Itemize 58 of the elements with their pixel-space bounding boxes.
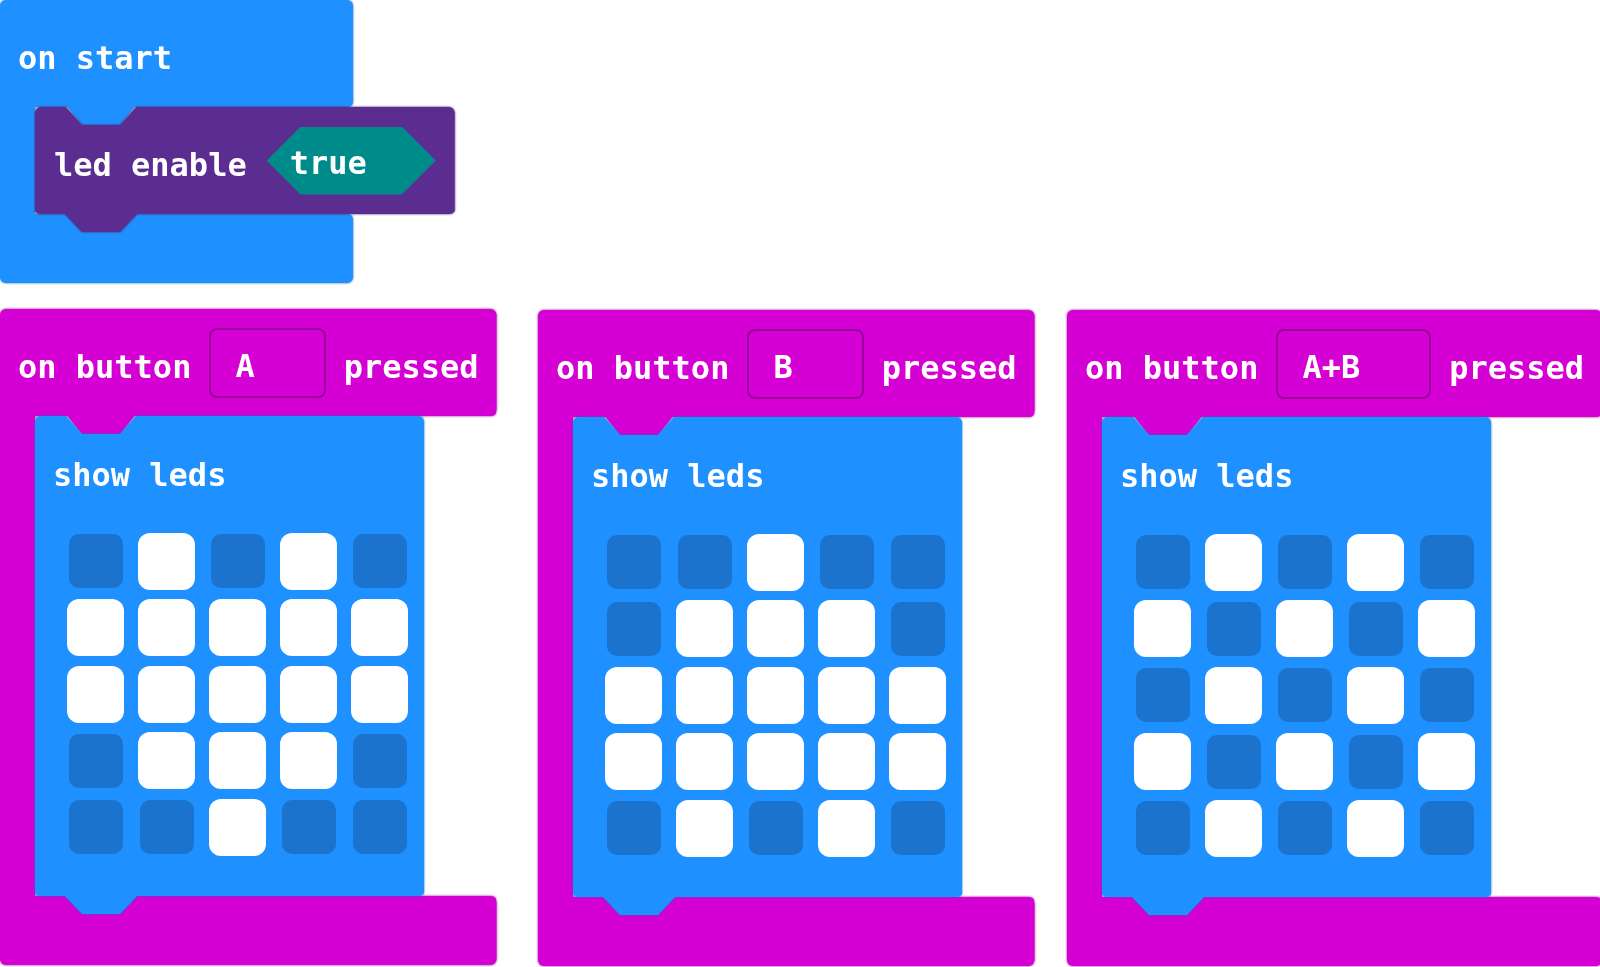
block-label: pressed [1449,351,1585,384]
led[interactable] [138,665,195,723]
led[interactable] [209,665,266,723]
led[interactable] [1205,799,1262,857]
led[interactable] [605,666,662,724]
led[interactable] [209,732,266,789]
led[interactable] [351,665,408,723]
led[interactable] [1276,733,1333,790]
led[interactable] [138,599,195,656]
led[interactable] [1347,799,1404,857]
led[interactable] [280,732,337,789]
led[interactable] [1134,733,1191,790]
block-label: show leds [53,459,227,491]
led[interactable] [676,799,733,857]
dropdown-field[interactable]: A+B [1276,328,1432,399]
led[interactable] [1347,666,1404,724]
led[interactable] [67,665,124,723]
block-label: on button [18,350,192,383]
block-label: show leds [1120,460,1294,492]
led[interactable] [138,732,195,789]
led[interactable] [889,733,946,790]
led[interactable] [605,733,662,790]
block-label: show leds [591,460,765,492]
led[interactable] [1276,600,1333,657]
led[interactable] [1134,600,1191,657]
led[interactable] [280,599,337,656]
dropdown-field[interactable]: B [747,328,864,399]
block-label: on button [1085,351,1259,384]
led[interactable] [351,599,408,656]
led[interactable] [818,666,875,724]
led[interactable] [747,533,804,591]
block-label: on start [18,41,173,74]
led[interactable] [209,798,266,856]
led[interactable] [818,799,875,857]
led[interactable] [676,666,733,724]
dropdown-field[interactable]: A [209,327,326,398]
block-label: led enable [54,148,247,181]
block-label: on button [556,351,730,384]
led[interactable] [818,600,875,657]
led[interactable] [1418,733,1475,790]
led[interactable] [1418,600,1475,657]
led[interactable] [818,733,875,790]
led[interactable] [67,599,124,656]
led[interactable] [889,666,946,724]
led[interactable] [1205,533,1262,591]
led[interactable] [1347,533,1404,591]
led[interactable] [747,733,804,790]
block-label: pressed [881,351,1017,384]
led[interactable] [1205,666,1262,724]
led[interactable] [280,532,337,590]
led[interactable] [747,600,804,657]
led[interactable] [747,666,804,724]
led[interactable] [676,600,733,657]
led[interactable] [280,665,337,723]
led[interactable] [209,599,266,656]
led[interactable] [138,532,195,590]
led[interactable] [676,733,733,790]
block-label: pressed [343,350,479,383]
